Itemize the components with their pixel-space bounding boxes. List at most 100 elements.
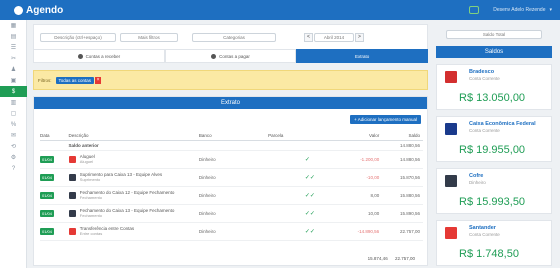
bank-logo-icon bbox=[445, 71, 457, 83]
tab-statement[interactable]: Extrato bbox=[296, 49, 429, 63]
sidebar-item-finance-icon[interactable]: $ bbox=[0, 86, 27, 97]
entry-category: Aluguel bbox=[79, 159, 94, 164]
col-date[interactable]: Data bbox=[40, 132, 69, 141]
col-description[interactable]: Descrição bbox=[68, 132, 199, 141]
entry-bank: Dinheiro bbox=[198, 150, 269, 169]
entry-value: -1.200,00 bbox=[329, 150, 383, 169]
app-name: Agendo bbox=[26, 4, 64, 16]
user-menu-label[interactable]: Desenv Adelo Rezende bbox=[493, 7, 545, 13]
total-balance-button[interactable]: Saldo Total bbox=[446, 30, 542, 39]
bank-icon bbox=[68, 173, 76, 181]
sidebar-item-help-icon[interactable]: ? bbox=[0, 163, 27, 174]
sidebar-item-reports-icon[interactable]: ▥ bbox=[0, 97, 27, 108]
entry-balance: 14.880,56 bbox=[382, 150, 423, 169]
sidebar-item-tools-icon[interactable]: ⚙ bbox=[0, 152, 27, 163]
reconciled-check-icon[interactable]: ✓✓ bbox=[304, 168, 330, 187]
entry-installment bbox=[268, 150, 305, 169]
account-type: Dinheiro bbox=[469, 180, 486, 185]
col-bank[interactable]: Banco bbox=[198, 132, 269, 141]
sidebar-item-share-icon[interactable]: ⟲ bbox=[0, 141, 27, 152]
entry-installment bbox=[268, 168, 305, 187]
bank-name[interactable]: Cofre bbox=[469, 173, 545, 179]
entry-bank: Dinheiro bbox=[198, 204, 269, 223]
period-label[interactable]: Abril 2014 bbox=[314, 32, 354, 42]
sidebar-item-products-icon[interactable]: ▣ bbox=[0, 75, 27, 86]
col-installment[interactable]: Parcela bbox=[268, 132, 305, 141]
entry-value: 10,00 bbox=[329, 204, 383, 223]
bank-card[interactable]: Caixa Econômica Federal Conta Corrente R… bbox=[436, 116, 552, 162]
opening-balance-value: 14.880,56 bbox=[382, 140, 423, 151]
category-select[interactable]: Categorias bbox=[192, 32, 276, 42]
entry-category: Entre contas bbox=[79, 231, 103, 236]
date-badge[interactable]: 01/04 bbox=[40, 227, 55, 235]
bank-icon bbox=[68, 209, 76, 217]
tab-receivable[interactable]: Contas a receber bbox=[33, 49, 165, 63]
account-type: Conta Corrente bbox=[469, 232, 500, 237]
balances-column: Saldo Total Saldos Bradesco Conta Corren… bbox=[436, 24, 552, 268]
reconciled-check-icon[interactable]: ✓✓ bbox=[304, 204, 330, 223]
tab-payable[interactable]: Contas a pagar bbox=[164, 49, 297, 63]
entry-balance: 15.870,56 bbox=[382, 168, 423, 187]
col-value[interactable]: Valor bbox=[329, 132, 383, 141]
search-input[interactable]: Descrição (ctrl+espaço) bbox=[40, 32, 116, 42]
entry-value: -10,00 bbox=[329, 168, 383, 187]
entry-category: Suprimento bbox=[79, 177, 101, 182]
date-badge[interactable]: 01/04 bbox=[40, 191, 55, 199]
top-bar: Agendo Desenv Adelo Rezende ▾ bbox=[0, 0, 560, 20]
table-row[interactable]: 01/04 Suprimento para Caixa 13 - Equipe … bbox=[40, 168, 423, 187]
bank-name[interactable]: Bradesco bbox=[469, 69, 545, 75]
bank-balance: R$ 13.050,00 bbox=[459, 92, 526, 104]
account-type: Conta Corrente bbox=[469, 128, 500, 133]
chevron-down-icon[interactable]: ▾ bbox=[549, 7, 552, 13]
sidebar-item-calendar-icon[interactable]: ▤ bbox=[0, 31, 27, 42]
table-row[interactable]: 01/04 Fechamento do Caixa 12 - Equipe Fe… bbox=[40, 186, 423, 205]
bank-logo-icon bbox=[445, 123, 457, 135]
sidebar-item-dashboard-icon[interactable]: ▦ bbox=[0, 20, 27, 31]
more-filters-select[interactable]: Mais filtros bbox=[120, 32, 178, 42]
bank-card[interactable]: Santander Conta Corrente R$ 1.748,50 bbox=[436, 220, 552, 266]
table-row[interactable]: 01/04 Transferência entre Contas Entre c… bbox=[40, 222, 423, 241]
entry-balance: 22.757,00 bbox=[382, 222, 423, 241]
panel-title: Extrato bbox=[34, 97, 427, 109]
reconciled-check-icon[interactable]: ✓✓ bbox=[304, 186, 330, 205]
date-badge[interactable]: 01/04 bbox=[40, 173, 55, 181]
bank-name[interactable]: Santander bbox=[469, 225, 545, 231]
opening-balance-row: Saldo anterior 14.880,56 bbox=[40, 140, 423, 151]
bank-icon bbox=[68, 191, 76, 199]
payable-icon bbox=[211, 53, 217, 59]
bank-card[interactable]: Bradesco Conta Corrente R$ 13.050,00 bbox=[436, 64, 552, 110]
sidebar-item-marketing-icon[interactable]: ✉ bbox=[0, 130, 27, 141]
logo-icon bbox=[14, 5, 23, 15]
reconciled-check-icon[interactable]: ✓✓ bbox=[304, 222, 330, 241]
entry-balance: 15.890,56 bbox=[382, 204, 423, 223]
entry-bank: Dinheiro bbox=[198, 222, 269, 241]
entry-installment bbox=[268, 222, 305, 241]
entry-installment bbox=[268, 204, 305, 223]
notification-icon[interactable] bbox=[469, 6, 480, 14]
sidebar-item-services-icon[interactable]: ✂ bbox=[0, 53, 27, 64]
add-entry-button[interactable]: + Adicionar lançamento manual bbox=[350, 115, 421, 124]
bank-balance: R$ 1.748,50 bbox=[459, 248, 519, 260]
table-row[interactable]: 01/04 Fechamento do Caixa 13 - Equipe Fe… bbox=[40, 204, 423, 223]
table-row[interactable]: 01/04 Aluguel Aluguel Dinheiro ✓ -1.200,… bbox=[40, 150, 423, 169]
sidebar-item-clients-icon[interactable]: ☰ bbox=[0, 42, 27, 53]
remove-filter-icon[interactable]: × bbox=[95, 76, 102, 84]
entry-category: Fechamento bbox=[79, 213, 103, 218]
next-period-button[interactable]: > bbox=[355, 32, 364, 42]
app-logo[interactable]: Agendo bbox=[14, 5, 63, 16]
filter-tag[interactable]: Todas as contas bbox=[55, 76, 95, 84]
entry-balance: 15.880,56 bbox=[382, 186, 423, 205]
total-value: 15.874,46 bbox=[367, 256, 388, 261]
bank-name[interactable]: Caixa Econômica Federal bbox=[469, 121, 545, 127]
sidebar-item-stock-icon[interactable]: ▢ bbox=[0, 108, 27, 119]
prev-period-button[interactable]: < bbox=[304, 32, 313, 42]
bank-logo-icon bbox=[445, 175, 457, 187]
date-badge[interactable]: 01/04 bbox=[40, 209, 55, 217]
bank-card[interactable]: Cofre Dinheiro R$ 15.993,50 bbox=[436, 168, 552, 214]
col-balance[interactable]: Saldo bbox=[382, 132, 423, 141]
reconciled-check-icon[interactable]: ✓ bbox=[304, 150, 330, 169]
date-badge[interactable]: 01/04 bbox=[40, 155, 55, 163]
sidebar-item-commission-icon[interactable]: % bbox=[0, 119, 27, 130]
sidebar: ▦ ▤ ☰ ✂ ♟ ▣ $ ▥ ▢ % ✉ ⟲ ⚙ ? bbox=[0, 20, 27, 268]
sidebar-item-users-icon[interactable]: ♟ bbox=[0, 64, 27, 75]
